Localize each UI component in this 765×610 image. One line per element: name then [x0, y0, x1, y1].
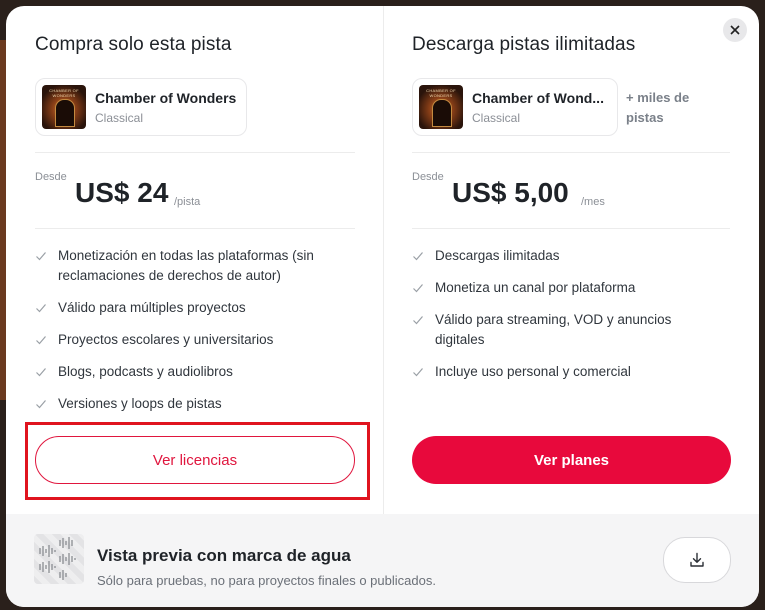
license-modal: Compra solo esta pista CHAMBER OF WONDER… — [6, 6, 759, 607]
track-card: CHAMBER OF WONDERS Chamber of Wond... Cl… — [412, 78, 618, 136]
download-icon — [690, 552, 704, 567]
feature-item: Incluye uso personal y comercial — [412, 362, 712, 382]
waveform-icon — [39, 537, 76, 580]
feature-item: Descargas ilimitadas — [412, 246, 712, 266]
feature-list: Descargas ilimitadas Monetiza un canal p… — [412, 246, 712, 394]
cover-text: CHAMBER OF WONDERS — [426, 88, 456, 98]
price-from-label: Desde — [412, 171, 444, 183]
feature-item: Válido para múltiples proyectos — [35, 298, 335, 318]
watermark-subtitle: Sólo para pruebas, no para proyectos fin… — [97, 573, 436, 588]
feature-list: Monetización en todas las plataformas (s… — [35, 246, 335, 426]
divider — [412, 152, 730, 153]
divider — [35, 228, 355, 229]
check-icon — [413, 284, 423, 293]
feature-item: Monetización en todas las plataformas (s… — [35, 246, 335, 286]
check-icon — [36, 400, 46, 409]
price-amount: US$ 5,00 — [452, 177, 569, 208]
check-icon — [36, 368, 46, 377]
track-cover: CHAMBER OF WONDERS — [42, 85, 86, 129]
feature-item: Versiones y loops de pistas — [35, 394, 335, 414]
feature-item: Monetiza un canal por plataforma — [412, 278, 712, 298]
price-amount: US$ 24 — [75, 177, 169, 208]
feature-item: Proyectos escolares y universitarios — [35, 330, 335, 350]
price-unit: /pista — [174, 196, 201, 208]
feature-item: Válido para streaming, VOD y anuncios di… — [412, 310, 712, 350]
single-track-panel: Compra solo esta pista CHAMBER OF WONDER… — [6, 6, 384, 514]
track-title: Chamber of Wonders — [95, 89, 237, 106]
check-icon — [413, 252, 423, 261]
feature-item: Blogs, podcasts y audiolibros — [35, 362, 335, 382]
track-title: Chamber of Wond... — [472, 89, 604, 106]
track-cover: CHAMBER OF WONDERS — [419, 85, 463, 129]
download-preview-button[interactable] — [663, 537, 731, 583]
check-icon — [36, 304, 46, 313]
divider — [412, 228, 730, 229]
view-plans-button[interactable]: Ver planes — [412, 436, 731, 484]
more-tracks-label: + miles de pistas — [626, 90, 690, 125]
watermark-title: Vista previa con marca de agua — [97, 546, 351, 565]
check-icon — [413, 368, 423, 377]
track-genre: Classical — [472, 110, 521, 125]
price-unit: /mes — [581, 196, 605, 208]
divider — [35, 152, 355, 153]
waveform-thumbnail — [34, 534, 84, 584]
check-icon — [413, 316, 423, 325]
panel-title: Descarga pistas ilimitadas — [412, 34, 636, 55]
view-licenses-button[interactable]: Ver licencias — [35, 436, 355, 484]
track-card: CHAMBER OF WONDERS Chamber of Wonders Cl… — [35, 78, 247, 136]
watermark-preview-bar: Vista previa con marca de agua Sólo para… — [6, 514, 759, 607]
check-icon — [36, 252, 46, 261]
unlimited-panel: Descarga pistas ilimitadas CHAMBER OF WO… — [384, 6, 759, 514]
panel-title: Compra solo esta pista — [35, 34, 232, 55]
price-from-label: Desde — [35, 171, 67, 183]
track-genre: Classical — [95, 110, 144, 125]
cover-text: CHAMBER OF WONDERS — [49, 88, 79, 98]
check-icon — [36, 336, 46, 345]
